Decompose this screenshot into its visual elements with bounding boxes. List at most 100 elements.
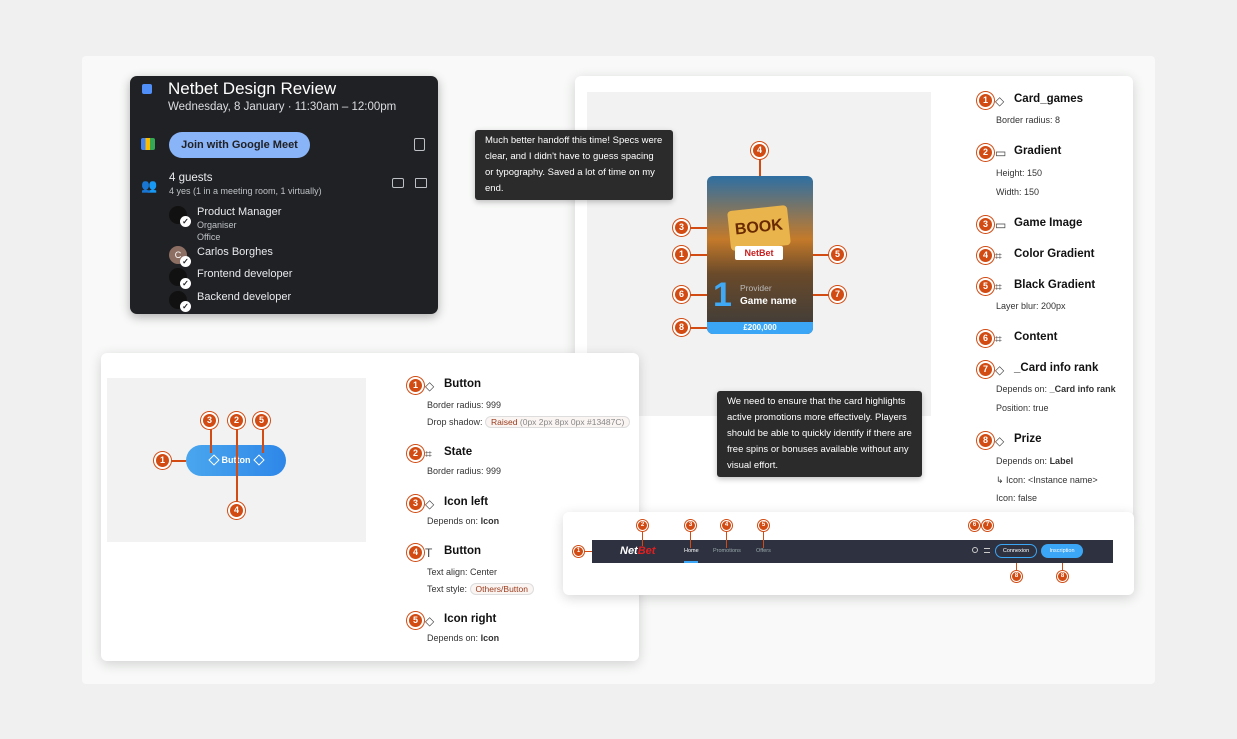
text-icon: T [425,546,433,560]
spec-name: Button [444,545,482,557]
marker-3: 3 [673,219,690,236]
button-spec-panel [101,353,639,661]
marker-line [583,551,592,552]
menu-icon[interactable] [984,548,990,553]
game-title-art: BOOK [727,204,791,252]
spec-prop: Layer blur: 200px [996,301,1066,311]
chat-icon[interactable] [392,178,404,188]
event-title: Netbet Design Review [168,79,337,98]
spec-prop: Drop shadow: Raised (0px 2px 8px 0px #13… [427,416,631,428]
guest-location: Office [197,232,221,242]
spec-prop: Depends on: Label [996,456,1074,466]
marker-1: 1 [154,452,171,469]
spec-prop: Border radius: 999 [427,466,502,476]
spec-marker: 5 [977,278,994,295]
spec-marker: 4 [407,544,424,561]
marker-line [690,294,707,296]
marker-5: 5 [253,412,270,429]
marker-4: 4 [751,142,768,159]
guest-role: Organiser [197,220,237,230]
guest-name: Backend developer [197,291,292,303]
marker-1: 1 [673,246,690,263]
grid-icon: ⌗ [425,447,432,461]
spec-prop: Height: 150 [996,168,1043,178]
check-icon: ✓ [180,256,191,267]
marker-line [759,158,761,176]
join-meet-button[interactable]: Join with Google Meet [169,132,310,158]
spec-marker: 3 [977,216,994,233]
spec-name: Icon right [444,613,497,625]
spec-prop: Depends on: Icon [427,633,500,643]
people-icon: 👥 [141,178,158,193]
marker-8: 8 [1057,571,1068,582]
marker-3: 3 [201,412,218,429]
grid-icon: ⌗ [995,249,1002,263]
spec-name: State [444,446,473,458]
marker-line [236,428,238,502]
spec-name: Icon left [444,496,489,508]
marker-6: 6 [673,286,690,303]
calendar-event-card: Netbet Design Review Wednesday, 8 Januar… [130,76,438,314]
marker-1: 1 [573,546,584,557]
card-prize: £200,000 [707,322,813,334]
marker-line [262,428,264,453]
copy-icon[interactable] [414,138,425,151]
marker-line [690,254,707,256]
marker-line [690,227,707,229]
spec-prop: Width: 150 [996,187,1040,197]
marker-5: 5 [758,520,769,531]
search-icon[interactable] [972,547,978,553]
spec-prop: Position: true [996,403,1049,413]
spec-marker: 7 [977,361,994,378]
login-button[interactable]: Connexion [995,544,1037,558]
nav-item-promotions[interactable]: Promotions [713,548,741,554]
spec-name: Gradient [1014,145,1062,157]
card-game-name: Game name [740,296,797,307]
marker-4: 4 [228,502,245,519]
marker-4: 4 [721,520,732,531]
component-icon: ◇ [425,379,435,393]
nav-item-offers[interactable]: Offers [756,548,771,554]
signup-button[interactable]: Inscription [1041,544,1083,558]
game-card[interactable]: BOOK NetBet 1 Provider Game name £200,00… [707,176,813,334]
comment-bubble[interactable]: Much better handoff this time! Specs wer… [475,130,673,200]
spec-prop: ↳ Icon: <Instance name> [996,475,1098,485]
spec-marker: 3 [407,495,424,512]
spec-marker: 2 [407,445,424,462]
marker-2: 2 [228,412,245,429]
mail-icon[interactable] [415,178,427,188]
netbet-logo[interactable]: NetBet [620,545,655,557]
spec-prop: Icon: false [996,493,1038,503]
guest-name: Frontend developer [197,268,293,280]
spec-prop: Text style: Others/Button [427,583,534,595]
spec-prop: Text align: Center [427,567,498,577]
spec-name: _Card info rank [1014,362,1099,374]
card-provider: Provider [740,283,772,293]
frame-icon: ▭ [995,146,1007,160]
spec-name: Color Gradient [1014,248,1095,260]
component-icon: ◇ [425,614,435,628]
spec-marker: 1 [407,377,424,394]
spec-prop: Border radius: 999 [427,400,502,410]
frame-icon: ▭ [995,218,1007,232]
marker-8: 8 [1011,571,1022,582]
comment-bubble[interactable]: We need to ensure that the card highligh… [717,391,922,477]
marker-line [690,327,707,329]
marker-line [726,531,727,548]
nav-item-home[interactable]: Home [684,548,699,554]
spec-marker: 2 [977,144,994,161]
guests-summary: 4 yes (1 in a meeting room, 1 virtually) [169,186,322,196]
marker-line [171,460,186,462]
marker-7: 7 [982,520,993,531]
event-color-icon [142,84,152,94]
marker-line [210,428,212,453]
spec-marker: 5 [407,612,424,629]
spec-name: Button [444,378,482,390]
spec-name: Prize [1014,433,1042,445]
grid-icon: ⌗ [995,280,1002,294]
guest-name: Carlos Borghes [197,246,273,258]
diamond-icon [207,454,220,466]
marker-line [690,531,691,548]
nav-active-indicator [684,561,698,563]
marker-2: 2 [637,520,648,531]
